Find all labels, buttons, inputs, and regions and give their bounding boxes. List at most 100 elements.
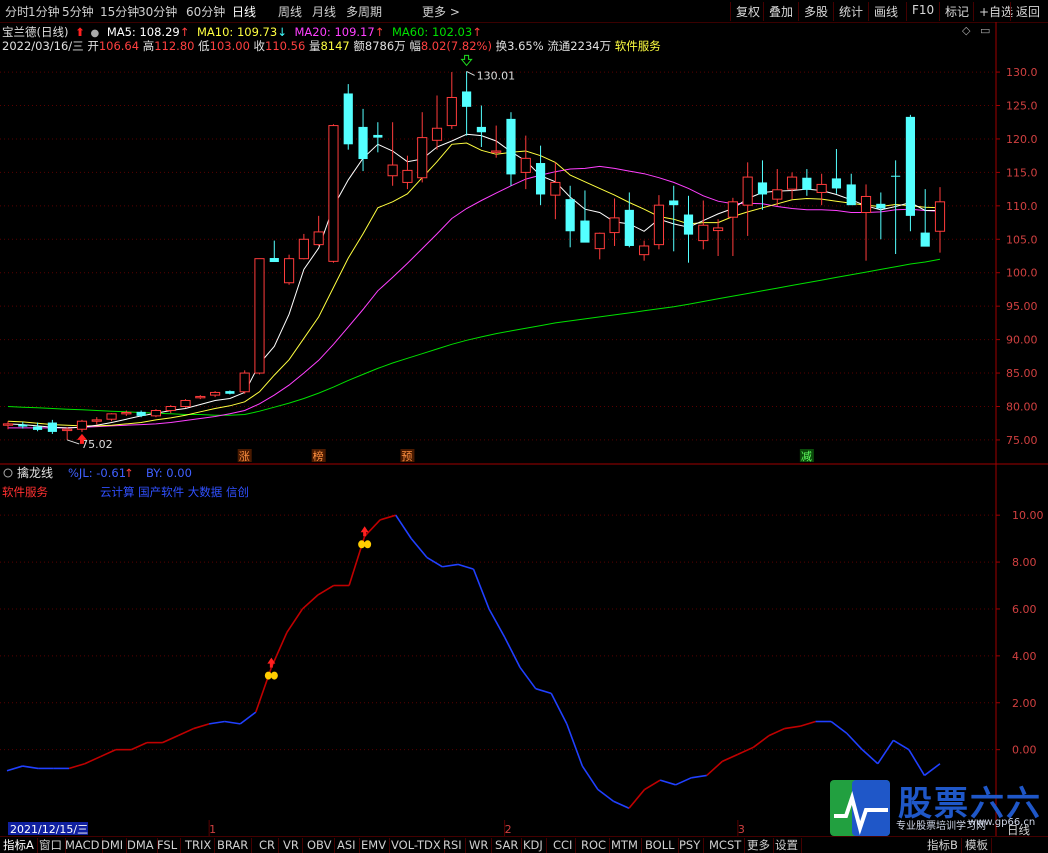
toolbar-4[interactable]: 30分钟 <box>138 3 177 20</box>
tab-10[interactable]: OBV <box>304 838 336 853</box>
candle-body-up <box>2 423 14 426</box>
ind-line-segment <box>193 723 210 730</box>
candle-body-up <box>91 419 102 422</box>
candle-body-down <box>535 163 546 195</box>
tab-6[interactable]: TRIX <box>182 838 216 853</box>
tab-right-1[interactable]: 模板 <box>962 838 992 853</box>
low-annotation-line <box>67 439 80 445</box>
candle-body-up <box>210 391 221 396</box>
tab-12[interactable]: EMV <box>358 838 391 853</box>
tab-25[interactable]: 设置 <box>772 838 802 853</box>
toolbar-right-1[interactable]: 叠加 <box>763 2 798 21</box>
tab-16[interactable]: SAR <box>492 838 523 853</box>
toolbar-0[interactable]: 分时 <box>5 3 29 20</box>
candle-body-down <box>565 199 575 232</box>
tab-23[interactable]: MCST <box>706 838 746 853</box>
tab-19[interactable]: ROC <box>578 838 611 853</box>
ind-line-segment <box>613 800 630 810</box>
ind-line-segment <box>908 749 926 776</box>
ind-line-segment <box>721 753 739 763</box>
date-label: 2021/12/15/三 <box>10 823 88 836</box>
tab-4[interactable]: DMA <box>124 838 158 853</box>
ind-line-segment <box>6 765 23 772</box>
tab-8[interactable]: CR <box>256 838 280 853</box>
ind-tick-label: 8.00 <box>1012 556 1037 569</box>
candle-body-up <box>934 201 946 232</box>
toolbar-right-0[interactable]: 复权 <box>730 2 765 21</box>
ind-line-segment <box>784 725 801 730</box>
toolbar-10[interactable]: 更多 > <box>422 3 460 20</box>
toolbar-3[interactable]: 15分钟 <box>100 3 139 20</box>
toolbar-1[interactable]: 1分钟 <box>28 3 60 20</box>
price-tick-label: 75.00 <box>1006 434 1038 447</box>
price-tick-label: 80.00 <box>1006 400 1038 413</box>
toolbar-7[interactable]: 周线 <box>278 3 302 20</box>
tab-21[interactable]: BOLL <box>642 838 679 853</box>
toolbar-9[interactable]: 多周期 <box>346 3 382 20</box>
toolbar-right-3[interactable]: 统计 <box>833 2 868 21</box>
toolbar-right-8[interactable]: 返回 <box>1010 2 1045 21</box>
toolbar-6[interactable]: 日线 <box>232 3 256 20</box>
candle-body-up <box>816 183 827 193</box>
kline-chart[interactable]: 130.0175.02涨榜预减 擒龙线 %JL: -0.61↑ BY: 0.00软件… <box>0 22 1048 836</box>
tab-11[interactable]: ASI <box>334 838 360 853</box>
price-tick-label: 95.00 <box>1006 300 1038 313</box>
candle-body-up <box>254 258 265 374</box>
toolbar-right-5[interactable]: F10 <box>906 2 939 21</box>
tab-right-0[interactable]: 指标B <box>924 838 962 853</box>
toolbar-right-4[interactable]: 画线 <box>868 2 903 21</box>
candle-body-down <box>802 177 812 190</box>
ind-line-segment <box>535 687 552 695</box>
ind-line-segment <box>410 538 428 558</box>
candle-body-down <box>506 118 516 175</box>
tab-17[interactable]: KDJ <box>520 838 547 853</box>
ind-line-segment <box>659 779 676 786</box>
tab-20[interactable]: MTM <box>608 838 642 853</box>
candle-body-down <box>580 220 590 243</box>
ind-title: 擒龙线 <box>17 465 53 480</box>
ind-line-segment <box>706 760 723 777</box>
candle-body-up <box>431 127 443 141</box>
tab-13[interactable]: VOL-TDX <box>388 838 445 853</box>
toolbar-2[interactable]: 5分钟 <box>62 3 94 20</box>
ind-line-segment <box>768 727 785 737</box>
tab-9[interactable]: VR <box>280 838 303 853</box>
ind-line-segment <box>752 734 770 748</box>
tab-14[interactable]: RSI <box>440 838 466 853</box>
ind-line-segment <box>472 568 490 610</box>
ind-line-segment <box>84 755 101 765</box>
ind-line-segment <box>581 765 599 790</box>
butterfly-icon <box>358 540 366 549</box>
tab-15[interactable]: WR <box>466 838 493 853</box>
toolbar-8[interactable]: 月线 <box>312 3 336 20</box>
ind-concept-text: 云计算 国产软件 大数据 信创 <box>100 485 249 499</box>
butterfly-icon <box>270 671 278 680</box>
ind-sector-text: 软件服务 <box>2 485 48 499</box>
candle-body-down <box>624 209 634 246</box>
tab-24[interactable]: 更多 <box>744 838 774 853</box>
candle-body-up <box>520 157 531 173</box>
price-tick-label: 90.00 <box>1006 334 1038 347</box>
tab-22[interactable]: PSY <box>676 838 705 853</box>
toolbar-5[interactable]: 60分钟 <box>186 3 225 20</box>
candle-body-down <box>757 182 768 195</box>
ind-line-segment <box>286 608 304 633</box>
ind-line-segment <box>830 720 848 734</box>
tab-5[interactable]: FSL <box>154 838 182 853</box>
toolbar-right-6[interactable]: 标记 <box>939 2 974 21</box>
period-label: 日线 <box>1007 823 1030 837</box>
ind-line-segment <box>239 711 257 725</box>
tab-18[interactable]: CCI <box>550 838 577 853</box>
toolbar-right-2[interactable]: 多股 <box>798 2 833 21</box>
ind-tick-label: 2.00 <box>1012 697 1037 710</box>
tab-0[interactable]: 指标A <box>0 838 38 853</box>
candle-body-down <box>920 232 930 247</box>
indicator-tabs: 指标A 窗口 MACD DMI DMA FSL TRIX BRAR CR VR OBV ASI EMV V… <box>0 823 1048 853</box>
tab-3[interactable]: DMI <box>98 838 128 853</box>
candle-body-down <box>358 126 368 160</box>
ind-tick-label: 0.00 <box>1012 744 1037 757</box>
candle-body-down <box>462 91 472 107</box>
high-annotation: 130.01 <box>477 69 515 82</box>
price-tick-label: 85.00 <box>1006 367 1038 380</box>
tab-7[interactable]: BRAR <box>214 838 253 853</box>
